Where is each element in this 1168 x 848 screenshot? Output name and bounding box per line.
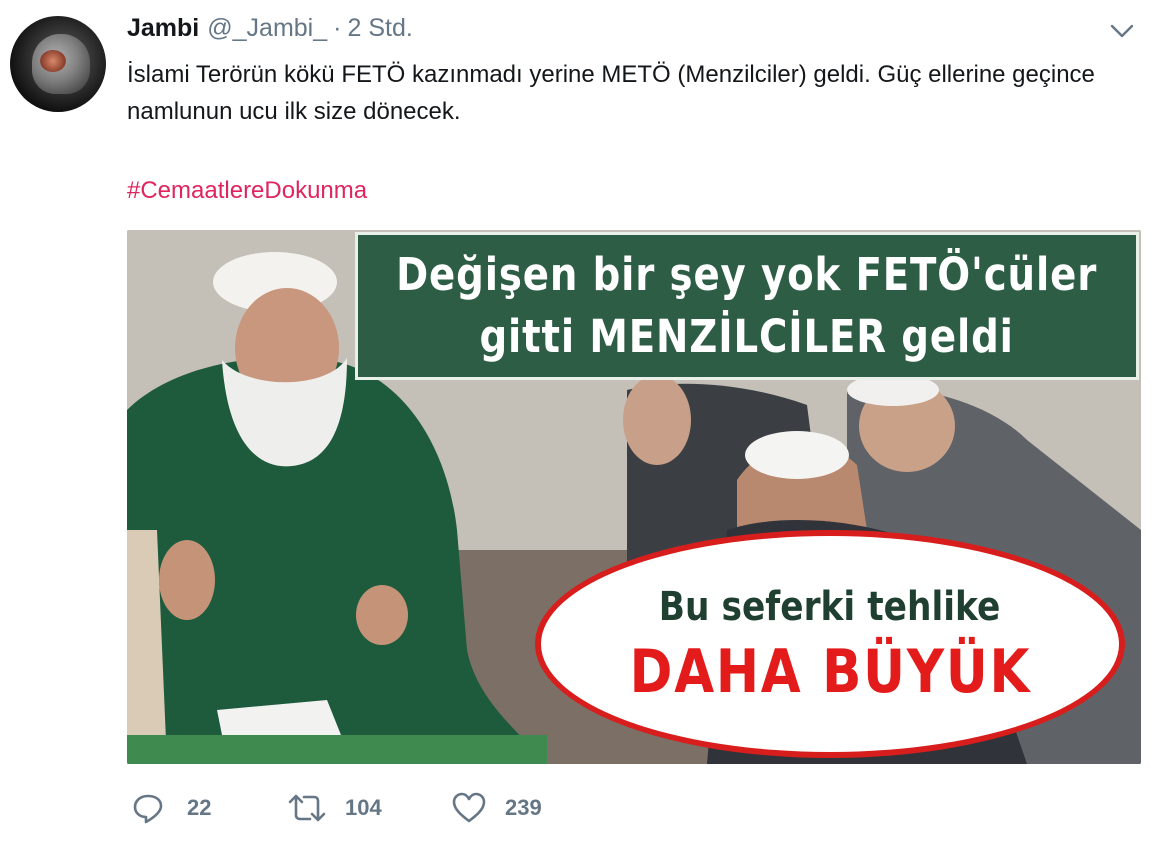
headline-banner: Değişen bir şey yok FETÖ'cüler gitti MEN… <box>355 232 1139 380</box>
tweet-media-image[interactable]: Değişen bir şey yok FETÖ'cüler gitti MEN… <box>127 230 1141 764</box>
chevron-down-icon[interactable] <box>1107 20 1137 42</box>
avatar[interactable] <box>10 16 106 112</box>
author-name[interactable]: Jambi <box>127 14 199 43</box>
heart-icon <box>451 791 487 825</box>
author-handle[interactable]: @_Jambi_ <box>207 14 327 43</box>
reply-count: 22 <box>187 795 212 820</box>
oval-line-1: Bu seferki tehlike <box>659 584 1001 630</box>
avatar-fetus-graphic <box>40 50 66 72</box>
banner-line-1: Değişen bir şey yok FETÖ'cüler <box>396 248 1098 301</box>
reply-icon <box>131 791 165 825</box>
tweet-header: Jambi @_Jambi_ · 2 Std. <box>127 14 413 48</box>
retweet-icon <box>287 791 327 825</box>
hashtag-link[interactable]: #CemaatlereDokunma <box>127 172 367 209</box>
reply-button[interactable]: 22 <box>131 790 211 826</box>
banner-line-2: gitti MENZİLCİLER geldi <box>479 310 1015 363</box>
like-count: 239 <box>505 795 542 820</box>
like-button[interactable]: 239 <box>451 790 542 826</box>
retweet-button[interactable]: 104 <box>287 790 382 826</box>
retweet-count: 104 <box>345 795 382 820</box>
oval-line-2: DAHA BÜYÜK <box>629 637 1031 707</box>
warning-oval: Bu seferki tehlike DAHA BÜYÜK <box>535 530 1125 758</box>
timestamp[interactable]: 2 Std. <box>347 14 412 43</box>
tweet-text: İslami Terörün kökü FETÖ kazınmadı yerin… <box>127 61 1095 125</box>
separator-dot: · <box>333 14 342 42</box>
